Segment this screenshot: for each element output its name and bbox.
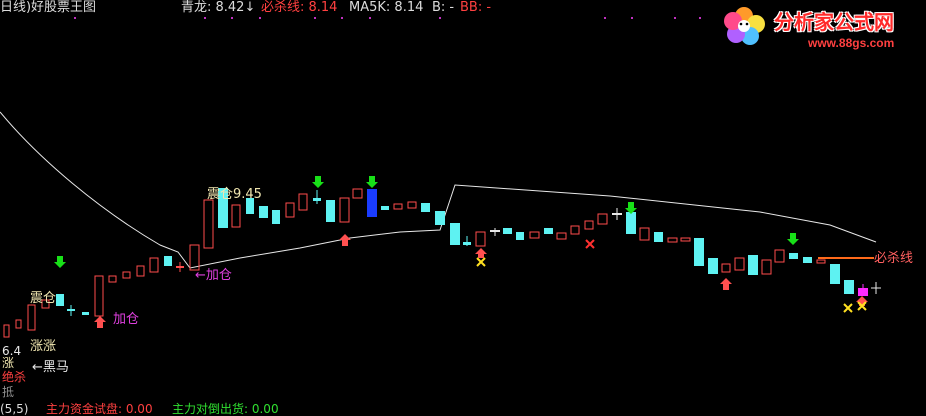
zhangzhang-label: 涨涨: [30, 339, 56, 354]
footer-period: (5,5): [0, 402, 29, 416]
jiacang-low-label: 加仓: [113, 312, 139, 327]
stock-chart-window: 日线) 好股票王图 青龙: 8.42↓ 必杀线: 8.14 MA5K: 8.14…: [0, 0, 926, 416]
footer-label-1: 主力资金试盘: 0.00: [46, 402, 153, 416]
zhencang-top-label: 震仓9.45: [207, 187, 262, 202]
red-x-icon: [585, 239, 595, 249]
left-bottom-label: 抵: [2, 385, 14, 399]
bishaxian-right-label: 必杀线: [874, 251, 913, 266]
green-down-arrow-icon: [54, 176, 799, 268]
ma-curve: [0, 111, 877, 269]
candlestick-chart: 震仓9.45 ←加仓 震仓 加仓 涨涨 ←黑马 必杀线 6.4 涨 绝杀 抵: [0, 17, 913, 399]
jiacang-mid-label: ←加仓: [195, 268, 232, 283]
top-dot-row: [74, 17, 701, 19]
left-ju-label: 绝杀: [2, 369, 26, 384]
zhencang-left-label: 震仓: [30, 291, 56, 306]
footer-label-2: 主力对倒出货: 0.00: [172, 402, 279, 416]
left-ding-label: 涨: [2, 355, 14, 370]
heima-label: ←黑马: [32, 360, 69, 375]
yellow-x-icon: [476, 257, 867, 313]
